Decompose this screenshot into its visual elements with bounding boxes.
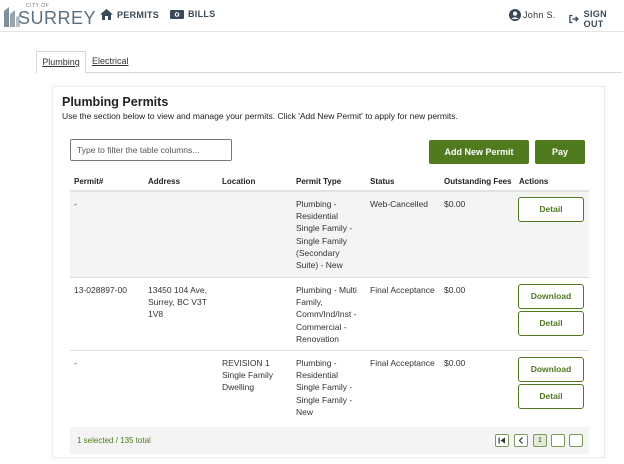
add-new-permit-button[interactable]: Add New Permit xyxy=(429,140,529,164)
detail-button[interactable]: Detail xyxy=(518,197,584,222)
page-description: Use the section below to view and manage… xyxy=(62,111,458,121)
next-page-button[interactable] xyxy=(551,434,565,447)
cell-location: REVISION 1 Single Family Dwelling xyxy=(222,358,274,393)
nav-bills[interactable]: BILLS xyxy=(170,9,216,19)
user-menu[interactable]: John S. xyxy=(509,9,556,21)
tab-plumbing[interactable]: Plumbing xyxy=(36,51,86,74)
first-page-button[interactable] xyxy=(495,434,509,447)
column-header-status[interactable]: Status xyxy=(370,177,394,186)
sign-out-link[interactable]: SIGN OUT xyxy=(569,9,624,29)
cell-permit: - xyxy=(74,358,77,368)
selection-summary: 1 selected / 135 total xyxy=(77,436,151,445)
cell-fees: $0.00 xyxy=(444,199,466,209)
nav-permits-label: PERMITS xyxy=(117,9,160,20)
previous-page-button[interactable] xyxy=(514,434,528,447)
cell-fees: $0.00 xyxy=(444,285,466,295)
page-1-button[interactable]: 1 xyxy=(533,434,547,447)
column-header-address[interactable]: Address xyxy=(148,177,180,186)
nav-bills-label: BILLS xyxy=(188,9,216,19)
logo-surrey: SURREY xyxy=(18,8,97,28)
chevron-left-icon xyxy=(518,437,523,444)
nav-permits[interactable]: PERMITS xyxy=(100,9,159,20)
first-page-icon xyxy=(498,437,505,444)
cell-status: Web-Cancelled xyxy=(370,199,428,209)
column-header-outstanding-fees[interactable]: Outstanding Fees xyxy=(444,177,512,186)
table-row[interactable]: - Plumbing - Residential Single Family -… xyxy=(70,192,589,278)
cell-fees: $0.00 xyxy=(444,358,466,368)
pay-button[interactable]: Pay xyxy=(535,140,585,164)
cell-permit: 13-028897-00 xyxy=(74,285,127,295)
top-bar: CITY OF SURREY PERMITS BILLS John S. SIG… xyxy=(0,0,624,32)
cell-permit-type: Plumbing - Residential Single Family - S… xyxy=(296,199,353,271)
cell-permit: - xyxy=(74,199,77,209)
column-header-permit[interactable]: Permit# xyxy=(74,177,103,186)
sign-out-icon xyxy=(569,14,579,24)
cell-permit-type: Plumbing - Multi Family, Comm/Ind/Inst -… xyxy=(296,285,357,344)
home-icon xyxy=(100,9,113,20)
download-button[interactable]: Download xyxy=(518,284,584,309)
cell-address: 13450 104 Ave, Surrey, BC V3T 1V8 xyxy=(148,285,207,320)
table-row[interactable]: 13-028897-00 13450 104 Ave, Surrey, BC V… xyxy=(70,278,589,351)
surrey-logo[interactable]: CITY OF SURREY xyxy=(4,3,96,29)
table-filter-input[interactable] xyxy=(70,139,232,161)
column-header-actions: Actions xyxy=(519,177,549,186)
table-row[interactable]: - REVISION 1 Single Family Dwelling Plum… xyxy=(70,351,589,423)
user-circle-icon xyxy=(509,9,521,21)
cell-status: Final Acceptance xyxy=(370,358,435,368)
table-footer: 1 selected / 135 total 1 xyxy=(70,427,589,454)
permit-tabs: Plumbing Electrical xyxy=(36,51,622,74)
column-header-permit-type[interactable]: Permit Type xyxy=(296,177,341,186)
sign-out-label: SIGN OUT xyxy=(583,9,607,29)
tab-electrical[interactable]: Electrical xyxy=(92,51,129,73)
detail-button[interactable]: Detail xyxy=(518,384,584,409)
download-button[interactable]: Download xyxy=(518,357,584,382)
cell-status: Final Acceptance xyxy=(370,285,435,295)
last-page-button[interactable] xyxy=(569,434,583,447)
detail-button[interactable]: Detail xyxy=(518,311,584,336)
permits-card: Plumbing Permits Use the section below t… xyxy=(52,86,605,458)
cell-permit-type: Plumbing - Residential Single Family - S… xyxy=(296,358,353,417)
page-title: Plumbing Permits xyxy=(62,95,169,109)
column-header-location[interactable]: Location xyxy=(222,177,255,186)
user-name: John S. xyxy=(523,10,556,20)
money-bill-icon xyxy=(170,9,184,19)
